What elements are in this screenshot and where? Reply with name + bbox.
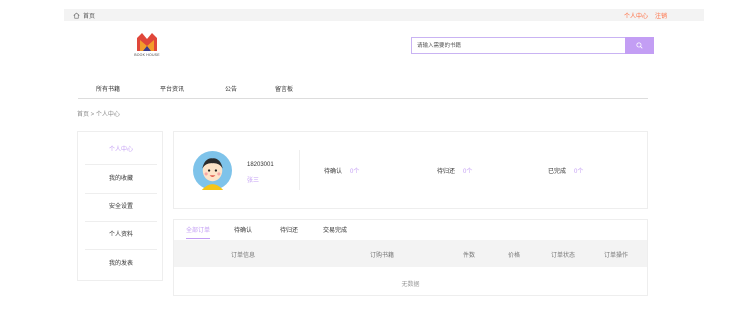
col-price: 价格 <box>508 253 521 259</box>
home-link[interactable]: 首页 <box>73 11 95 20</box>
stat-value: 0个 <box>463 169 473 175</box>
user-center-link[interactable]: 个人中心 <box>624 11 648 20</box>
stat-completed[interactable]: 已完成 0个 <box>548 166 583 175</box>
search-bar <box>411 35 654 56</box>
sidebar: 个人中心 我的收藏 安全设置 个人资料 我的发表 <box>77 131 163 281</box>
col-status: 订单状态 <box>551 253 576 259</box>
orders-panel: 全部订单 待确认 待归还 交易完成 订单信息 订购书籍 件数 价格 订单状态 订… <box>173 219 648 296</box>
logo-text: BOOK HOUSE <box>134 53 160 57</box>
empty-state: 无数据 <box>401 282 420 288</box>
tab-pending-confirm[interactable]: 待确认 <box>234 225 252 238</box>
search-input[interactable] <box>411 37 625 54</box>
logo[interactable]: BOOK HOUSE <box>127 33 167 61</box>
divider <box>299 150 300 190</box>
avatar[interactable] <box>193 151 232 190</box>
stat-label: 待确认 <box>324 169 343 175</box>
stat-value: 0个 <box>574 169 584 175</box>
stat-pending-return[interactable]: 待归还 0个 <box>437 166 472 175</box>
stat-label: 已完成 <box>548 169 567 175</box>
user-name: 张三 <box>247 178 260 184</box>
sidebar-item-profile[interactable]: 个人资料 <box>85 221 157 250</box>
nav-message-board[interactable]: 留言板 <box>275 84 293 93</box>
profile-panel: 18203001 张三 待确认 0个 待归还 0个 已完成 0个 <box>173 131 648 209</box>
nav-announcements[interactable]: 公告 <box>225 84 237 93</box>
tab-pending-return[interactable]: 待归还 <box>280 225 298 238</box>
user-id: 18203001 <box>247 162 274 168</box>
col-order-info: 订单信息 <box>231 253 256 259</box>
breadcrumb: 首页 > 个人中心 <box>77 112 120 118</box>
search-button[interactable] <box>625 37 654 54</box>
nav-news[interactable]: 平台资讯 <box>160 84 184 93</box>
sidebar-item-my-posts[interactable]: 我的发表 <box>85 250 157 278</box>
top-bar: 首页 个人中心 注销 <box>64 9 704 21</box>
search-icon <box>636 42 643 49</box>
tab-completed[interactable]: 交易完成 <box>323 225 347 238</box>
sidebar-item-favorites[interactable]: 我的收藏 <box>85 165 157 194</box>
col-quantity: 件数 <box>463 253 476 259</box>
home-icon <box>73 12 80 19</box>
stat-label: 待归还 <box>437 169 456 175</box>
logout-link[interactable]: 注销 <box>655 11 667 20</box>
col-books: 订购书籍 <box>370 253 395 259</box>
nav-all-books[interactable]: 所有书籍 <box>96 84 120 93</box>
stat-value: 0个 <box>350 169 360 175</box>
tab-all-orders[interactable]: 全部订单 <box>186 225 211 239</box>
sidebar-item-security[interactable]: 安全设置 <box>85 193 157 222</box>
book-house-logo-icon <box>137 33 157 51</box>
order-tabs: 全部订单 待确认 待归还 交易完成 <box>174 220 647 240</box>
stat-pending-confirm[interactable]: 待确认 0个 <box>324 166 359 175</box>
main-nav: 所有书籍 平台资讯 公告 留言板 <box>78 82 648 99</box>
orders-table-header: 订单信息 订购书籍 件数 价格 订单状态 订单操作 <box>174 240 647 267</box>
home-label: 首页 <box>83 14 96 20</box>
col-actions: 订单操作 <box>604 253 629 259</box>
sidebar-item-user-center[interactable]: 个人中心 <box>85 136 157 165</box>
